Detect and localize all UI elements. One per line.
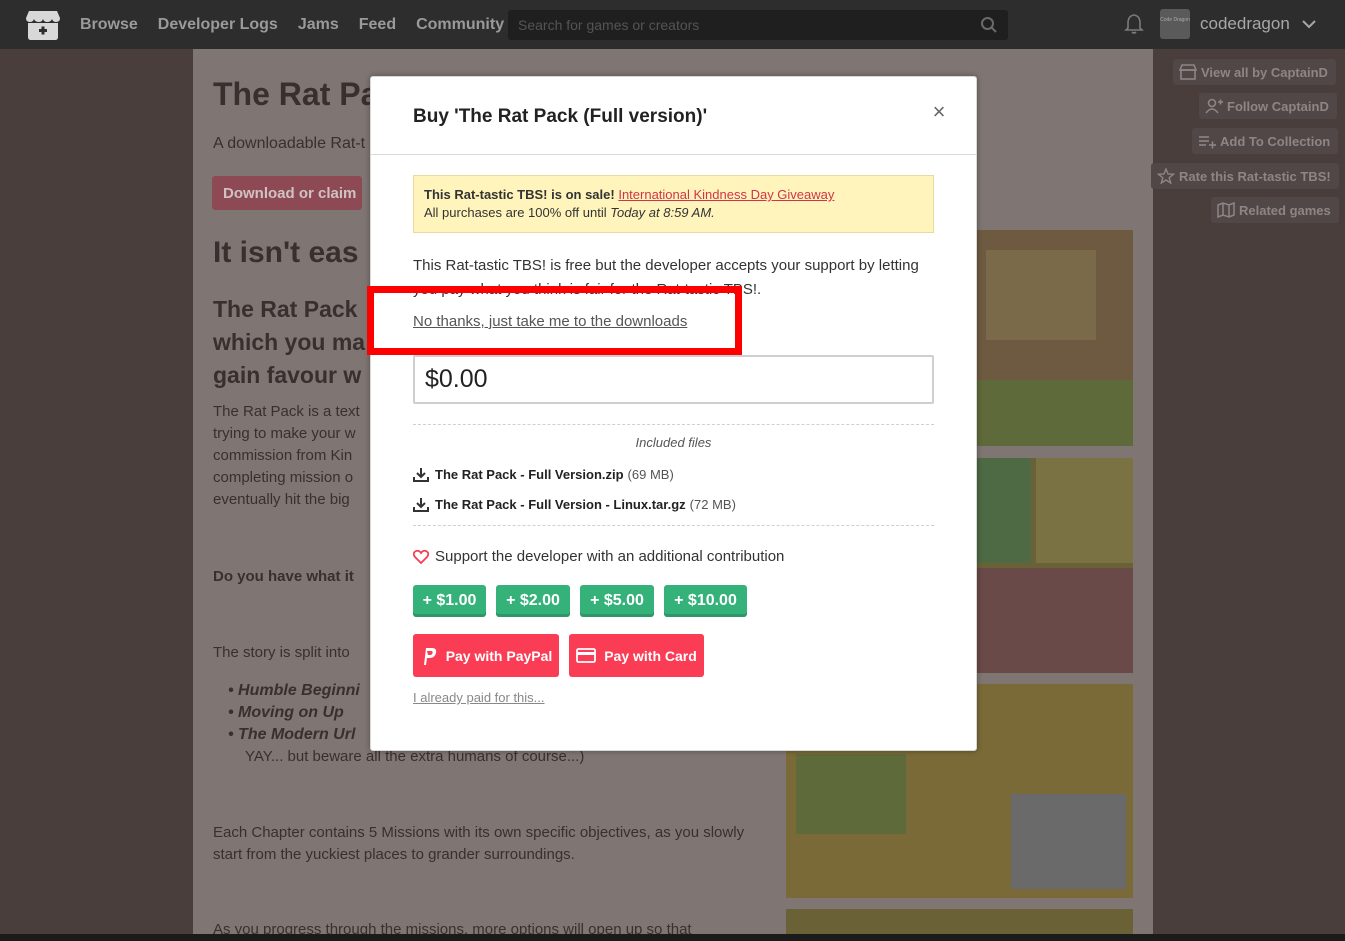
nav-community[interactable]: Community xyxy=(416,16,504,34)
tip-2-button[interactable]: + $2.00 xyxy=(496,585,570,617)
sale-until-text: All purchases are 100% off until xyxy=(424,205,607,220)
description-paragraph: The Rat Pack is a text trying to make yo… xyxy=(213,403,360,508)
search-input[interactable] xyxy=(508,17,968,33)
map-icon xyxy=(1217,202,1235,218)
support-text: Support the developer with an additional… xyxy=(435,548,785,565)
sale-end-time: Today at 8:59 AM. xyxy=(610,205,715,220)
nav-jams[interactable]: Jams xyxy=(298,16,339,34)
nav-feed[interactable]: Feed xyxy=(359,16,396,34)
list-item: • The Modern Url xyxy=(228,726,356,743)
file-size: (72 MB) xyxy=(689,497,736,512)
included-files-label: Included files xyxy=(635,435,712,450)
download-icon xyxy=(413,498,429,512)
sale-banner: This Rat-tastic TBS! is on sale! Interna… xyxy=(413,175,934,233)
search-icon[interactable] xyxy=(980,16,998,39)
file-row: The Rat Pack - Full Version - Linux.tar.… xyxy=(413,497,736,512)
add-user-icon xyxy=(1205,98,1223,114)
credit-card-icon xyxy=(576,648,597,663)
file-name: The Rat Pack - Full Version - Linux.tar.… xyxy=(435,497,686,512)
pay-with-card-button[interactable]: Pay with Card xyxy=(569,634,704,677)
divider xyxy=(413,424,934,425)
rate-game-button[interactable]: Rate this Rat-tastic TBS! xyxy=(1151,163,1339,189)
heart-icon xyxy=(413,549,429,564)
support-row: Support the developer with an additional… xyxy=(413,548,784,565)
top-nav: Browse Developer Logs Jams Feed Communit… xyxy=(0,0,1345,49)
add-to-collection-button[interactable]: Add To Collection xyxy=(1192,128,1339,154)
description-subheading: The Rat Pack which you ma gain favour w xyxy=(213,296,366,388)
pay-with-paypal-button[interactable]: Pay with PayPal xyxy=(413,634,559,677)
screenshot-image[interactable] xyxy=(786,909,1133,934)
sale-prefix: This Rat-tastic TBS! is on sale! xyxy=(424,187,615,202)
game-title: The Rat Pa xyxy=(213,76,379,112)
file-size: (69 MB) xyxy=(627,467,674,482)
modal-title: Buy 'The Rat Pack (Full version)' xyxy=(413,106,708,127)
follow-author-button[interactable]: Follow CaptainD xyxy=(1199,93,1337,119)
bottom-bar xyxy=(0,934,1345,941)
list-item: • Moving on Up xyxy=(228,704,344,721)
list-item: • Humble Beginni xyxy=(228,682,360,699)
modal-header: Buy 'The Rat Pack (Full version)' × xyxy=(371,77,976,155)
highlight-annotation xyxy=(367,286,742,355)
add-to-list-icon xyxy=(1199,136,1216,149)
sale-link[interactable]: International Kindness Day Giveaway xyxy=(618,187,834,202)
username[interactable]: codedragon xyxy=(1200,14,1290,34)
nav-browse[interactable]: Browse xyxy=(80,16,138,34)
download-icon xyxy=(413,468,429,482)
view-all-by-author-button[interactable]: View all by CaptainD xyxy=(1173,59,1336,85)
tip-1-button[interactable]: + $1.00 xyxy=(413,585,486,617)
close-icon[interactable]: × xyxy=(930,101,948,123)
description-story: The story is split into xyxy=(213,644,350,661)
description-chapters: Each Chapter contains 5 Missions with it… xyxy=(213,824,745,863)
itchio-logo-icon[interactable] xyxy=(24,7,62,43)
search-bar xyxy=(508,10,1008,40)
description-heading: It isn't eas xyxy=(213,236,359,269)
paypal-icon xyxy=(423,647,436,665)
notifications-bell-icon[interactable] xyxy=(1124,13,1144,40)
already-paid-link[interactable]: I already paid for this... xyxy=(413,690,545,705)
file-row: The Rat Pack - Full Version.zip (69 MB) xyxy=(413,467,674,482)
nav-developer-logs[interactable]: Developer Logs xyxy=(158,16,278,34)
tip-10-button[interactable]: + $10.00 xyxy=(664,585,747,617)
store-icon xyxy=(1179,64,1197,80)
description-question: Do you have what it xyxy=(213,568,354,585)
game-subtitle: A downloadable Rat-t xyxy=(213,135,366,152)
file-name: The Rat Pack - Full Version.zip xyxy=(435,467,624,482)
price-input[interactable] xyxy=(413,355,934,404)
chevron-down-icon[interactable] xyxy=(1302,16,1316,34)
avatar[interactable]: Code Dragon xyxy=(1160,9,1190,39)
buy-modal: Buy 'The Rat Pack (Full version)' × This… xyxy=(370,76,977,751)
tip-5-button[interactable]: + $5.00 xyxy=(580,585,654,617)
divider xyxy=(413,525,934,526)
star-icon xyxy=(1157,168,1175,184)
chapter-list: • Humble Beginni • Moving on Up • The Mo… xyxy=(228,680,360,746)
related-games-button[interactable]: Related games xyxy=(1211,197,1339,223)
download-or-claim-button[interactable]: Download or claim xyxy=(212,176,362,210)
